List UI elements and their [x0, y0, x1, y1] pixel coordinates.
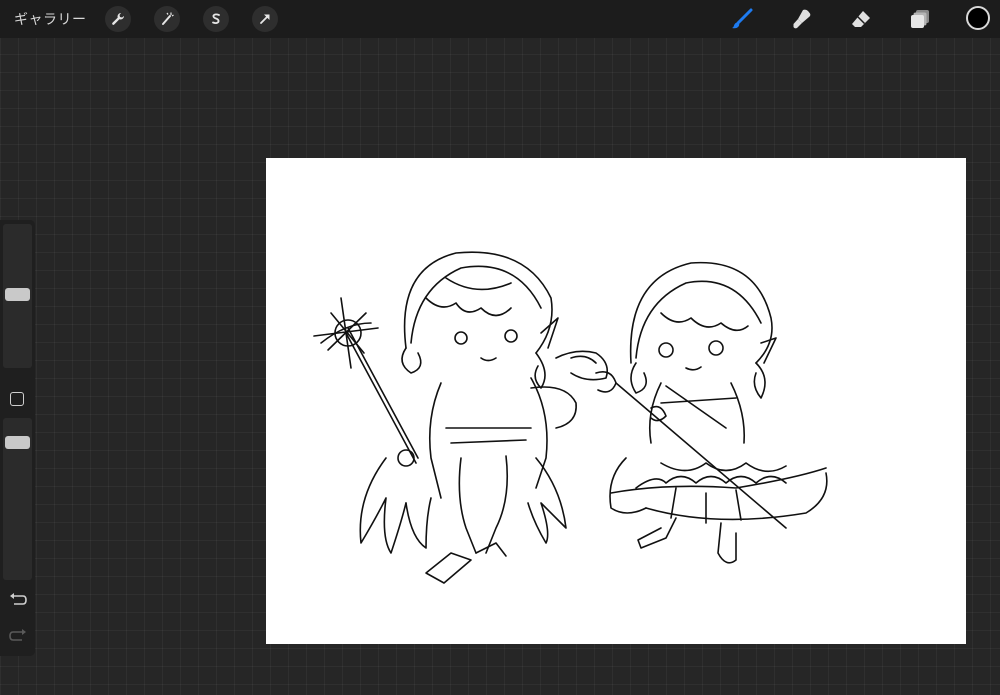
left-character-sketch — [313, 251, 609, 584]
gallery-button[interactable]: ギャラリー — [14, 9, 87, 29]
drawing-canvas[interactable] — [266, 158, 966, 644]
brush-icon — [732, 8, 753, 29]
opacity-thumb[interactable] — [5, 436, 30, 449]
transform-arrow-icon — [260, 14, 270, 24]
selection-icon — [212, 13, 220, 25]
sketch-artwork — [313, 251, 828, 584]
brush-size-slider[interactable] — [3, 224, 32, 368]
transform-button[interactable] — [252, 6, 278, 32]
brush-button[interactable] — [729, 6, 755, 32]
brush-size-thumb[interactable] — [5, 288, 30, 301]
color-swatch[interactable] — [966, 6, 990, 30]
magic-wand-icon — [162, 12, 174, 25]
top-toolbar: ギャラリー — [0, 0, 1000, 38]
selection-button[interactable] — [203, 6, 229, 32]
layers-icon — [911, 10, 929, 28]
modify-button[interactable] — [10, 392, 24, 406]
layers-button[interactable] — [907, 6, 933, 32]
opacity-slider[interactable] — [3, 418, 32, 580]
wrench-icon — [112, 13, 124, 25]
left-sidebar — [0, 220, 35, 656]
smudge-icon — [793, 9, 811, 29]
eraser-icon — [852, 11, 870, 27]
adjustments-button[interactable] — [154, 6, 180, 32]
undo-icon[interactable] — [8, 592, 28, 608]
right-character-sketch — [595, 261, 828, 564]
redo-icon[interactable] — [8, 628, 28, 644]
smudge-button[interactable] — [789, 6, 815, 32]
eraser-button[interactable] — [848, 6, 874, 32]
actions-button[interactable] — [105, 6, 131, 32]
